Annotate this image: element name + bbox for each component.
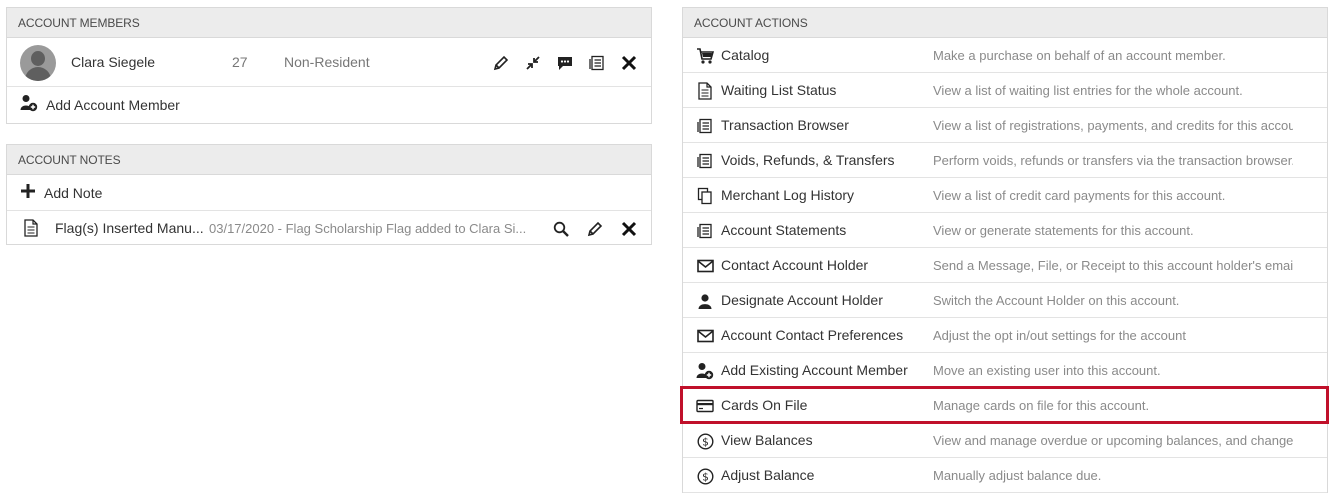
- cart-icon: [696, 47, 714, 65]
- action-label: Transaction Browser: [721, 117, 849, 133]
- account-actions-panel: ACCOUNT ACTIONS Catalog Make a purchase …: [682, 7, 1328, 493]
- action-merchant-log-history[interactable]: Merchant Log History View a list of cred…: [683, 178, 1327, 213]
- avatar: [20, 45, 56, 81]
- action-description: Switch the Account Holder on this accoun…: [933, 292, 1180, 308]
- action-label: Voids, Refunds, & Transfers: [721, 152, 895, 168]
- action-description: Manually adjust balance due.: [933, 467, 1102, 483]
- action-description: Perform voids, refunds or transfers via …: [933, 152, 1293, 168]
- member-type: Non-Resident: [284, 54, 370, 70]
- action-description: Make a purchase on behalf of an account …: [933, 47, 1226, 63]
- account-actions-header: ACCOUNT ACTIONS: [683, 8, 1327, 38]
- delete-icon[interactable]: [619, 219, 639, 239]
- action-add-existing-account-member[interactable]: Add Existing Account Member Move an exis…: [683, 353, 1327, 388]
- action-view-balances[interactable]: $ View Balances View and manage overdue …: [683, 423, 1327, 458]
- ledger-icon: [696, 117, 714, 135]
- action-label: Account Contact Preferences: [721, 327, 904, 343]
- collapse-arrows-icon[interactable]: [523, 53, 543, 73]
- action-contact-account-holder[interactable]: Contact Account Holder Send a Message, F…: [683, 248, 1327, 283]
- action-label: Account Statements: [721, 222, 847, 238]
- dollar-circle-icon: $: [696, 432, 714, 450]
- action-label: View Balances: [721, 432, 813, 448]
- edit-icon[interactable]: [491, 53, 511, 73]
- note-title: Flag(s) Inserted Manu...: [55, 220, 204, 236]
- account-members-header: ACCOUNT MEMBERS: [7, 8, 651, 38]
- note-text: 03/17/2020 - Flag Scholarship Flag added…: [209, 220, 527, 236]
- action-description: View a list of credit card payments for …: [933, 187, 1226, 203]
- action-description: View a list of registrations, payments, …: [933, 117, 1293, 133]
- action-voids-refunds-transfers[interactable]: Voids, Refunds, & Transfers Perform void…: [683, 143, 1327, 178]
- action-description: View or generate statements for this acc…: [933, 222, 1194, 238]
- action-description: View and manage overdue or upcoming bala…: [933, 432, 1293, 448]
- svg-text:$: $: [702, 436, 709, 448]
- account-notes-panel: ACCOUNT NOTES Add Note Flag(s) Inserted …: [6, 144, 652, 245]
- action-label: Add Existing Account Member: [721, 362, 908, 378]
- action-label: Waiting List Status: [721, 82, 837, 98]
- action-label: Catalog: [721, 47, 770, 63]
- add-note-button[interactable]: Add Note: [7, 175, 651, 210]
- member-age: 27: [232, 54, 248, 70]
- action-account-statements[interactable]: Account Statements View or generate stat…: [683, 213, 1327, 248]
- member-name: Clara Siegele: [71, 54, 156, 70]
- action-account-contact-preferences[interactable]: Account Contact Preferences Adjust the o…: [683, 318, 1327, 353]
- action-description: Move an existing user into this account.: [933, 362, 1161, 378]
- action-transaction-browser[interactable]: Transaction Browser View a list of regis…: [683, 108, 1327, 143]
- ledger-icon: [696, 222, 714, 240]
- copy-icon: [696, 187, 714, 205]
- note-row[interactable]: Flag(s) Inserted Manu... 03/17/2020 - Fl…: [7, 210, 651, 245]
- action-description: View a list of waiting list entries for …: [933, 82, 1243, 98]
- action-designate-account-holder[interactable]: Designate Account Holder Switch the Acco…: [683, 283, 1327, 318]
- action-label: Adjust Balance: [721, 467, 815, 483]
- action-catalog[interactable]: Catalog Make a purchase on behalf of an …: [683, 38, 1327, 73]
- add-user-icon: [20, 94, 38, 115]
- action-label: Merchant Log History: [721, 187, 855, 203]
- action-description: Send a Message, File, or Receipt to this…: [933, 257, 1293, 273]
- action-description: Adjust the opt in/out settings for the a…: [933, 327, 1186, 343]
- add-account-member-button[interactable]: Add Account Member: [7, 87, 651, 122]
- dollar-circle-icon: $: [696, 467, 714, 485]
- delete-icon[interactable]: [619, 53, 639, 73]
- ledger-icon[interactable]: [587, 53, 607, 73]
- person-icon: [696, 292, 714, 310]
- svg-text:$: $: [702, 471, 709, 483]
- add-note-label: Add Note: [44, 184, 103, 201]
- add-account-member-label: Add Account Member: [46, 96, 180, 113]
- ledger-icon: [696, 152, 714, 170]
- search-icon[interactable]: [551, 219, 571, 239]
- envelope-icon: [696, 327, 714, 345]
- document-icon: [696, 82, 714, 100]
- add-user-icon: [696, 362, 714, 380]
- document-icon: [23, 219, 39, 240]
- account-members-panel: ACCOUNT MEMBERS Clara Siegele 27 Non-Res…: [6, 7, 652, 124]
- action-waiting-list-status[interactable]: Waiting List Status View a list of waiti…: [683, 73, 1327, 108]
- envelope-icon: [696, 257, 714, 275]
- plus-icon: [20, 183, 36, 202]
- action-adjust-balance[interactable]: $ Adjust Balance Manually adjust balance…: [683, 458, 1327, 493]
- action-label: Cards On File: [721, 397, 808, 413]
- member-row[interactable]: Clara Siegele 27 Non-Resident: [7, 38, 651, 87]
- action-label: Contact Account Holder: [721, 257, 869, 273]
- account-notes-header: ACCOUNT NOTES: [7, 145, 651, 175]
- action-label: Designate Account Holder: [721, 292, 883, 308]
- chat-icon[interactable]: [555, 53, 575, 73]
- credit-card-icon: [696, 397, 714, 415]
- action-cards-on-file[interactable]: Cards On File Manage cards on file for t…: [683, 388, 1327, 423]
- action-description: Manage cards on file for this account.: [933, 397, 1150, 413]
- edit-icon[interactable]: [585, 219, 605, 239]
